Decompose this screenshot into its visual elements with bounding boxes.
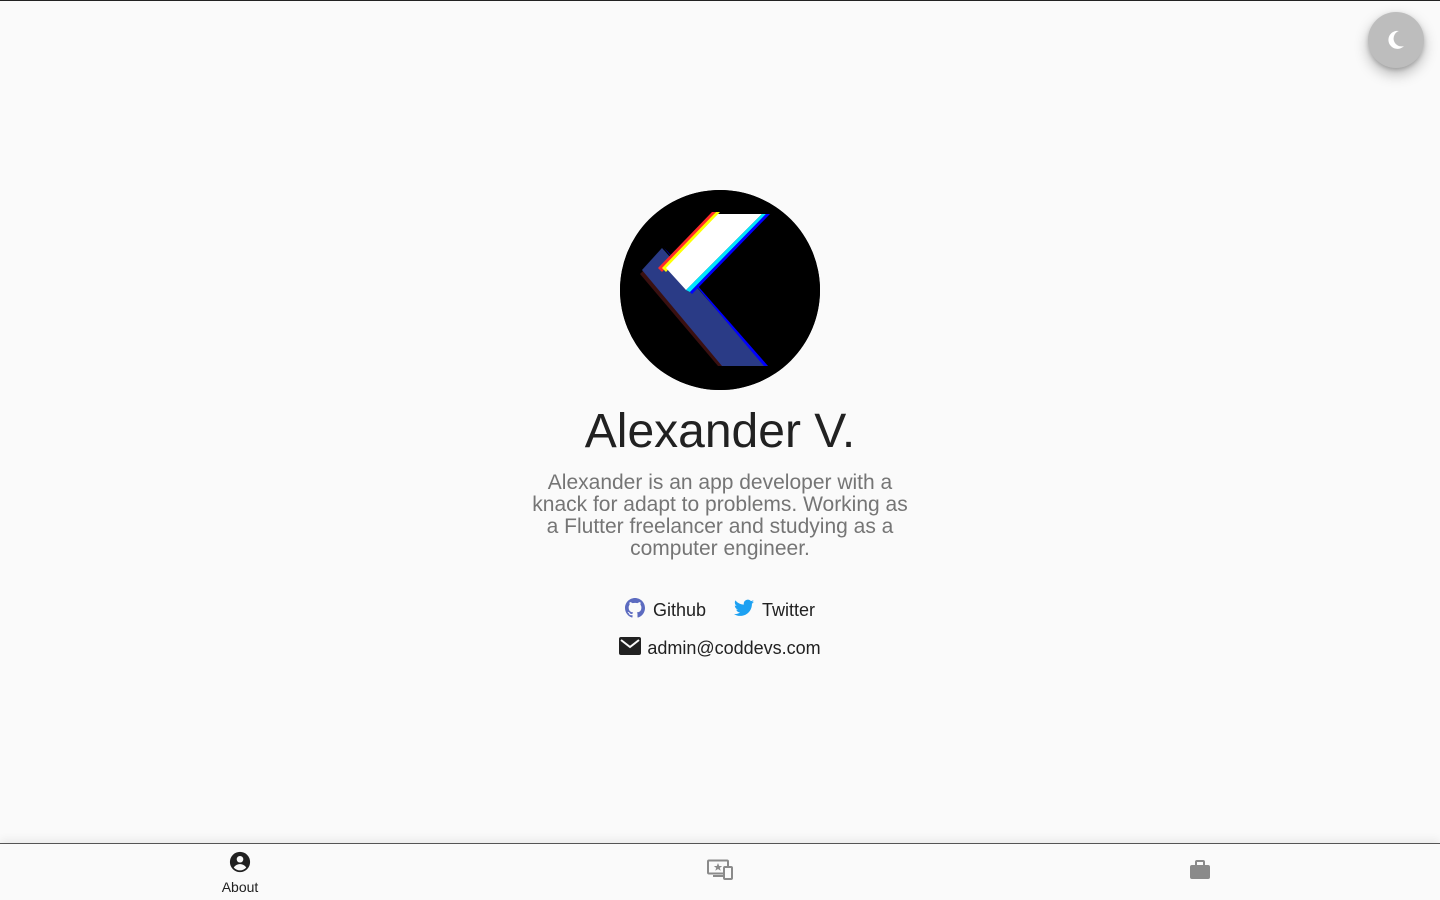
profile-bio: Alexander is an app developer with a kna… <box>532 471 908 560</box>
github-link[interactable]: Github <box>624 598 707 623</box>
email-link[interactable]: admin@coddevs.com <box>619 637 821 660</box>
profile-section: Alexander V. Alexander is an app develop… <box>0 190 1440 660</box>
bottom-navigation: About <box>0 843 1440 900</box>
logo-chevron-icon <box>620 190 820 390</box>
nav-item-work[interactable] <box>960 844 1440 900</box>
app-root: Alexander V. Alexander is an app develop… <box>0 0 1440 900</box>
twitter-label: Twitter <box>762 600 816 620</box>
github-label: Github <box>652 600 707 620</box>
moon-icon <box>1386 29 1406 51</box>
profile-name: Alexander V. <box>584 405 856 458</box>
nav-item-about[interactable]: About <box>0 844 480 900</box>
social-links: Github Twitter <box>624 598 815 623</box>
featured-devices-icon <box>707 859 733 886</box>
theme-toggle-button[interactable] <box>1368 12 1424 68</box>
avatar <box>620 190 820 390</box>
github-icon <box>624 598 645 623</box>
mail-icon <box>619 637 642 660</box>
account-circle-icon <box>229 851 251 878</box>
briefcase-icon <box>1189 860 1211 885</box>
email-label: admin@coddevs.com <box>647 638 821 658</box>
nav-item-projects[interactable] <box>480 844 960 900</box>
twitter-link[interactable]: Twitter <box>734 599 815 622</box>
nav-label-about: About <box>221 879 259 895</box>
twitter-icon <box>734 599 755 622</box>
